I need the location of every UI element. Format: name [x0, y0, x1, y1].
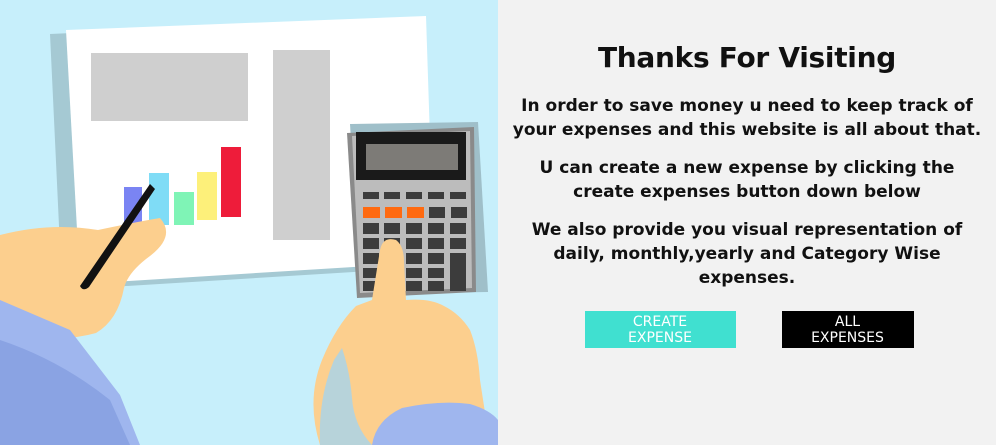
calculator-key [363, 223, 379, 234]
calculator-key [363, 192, 379, 199]
action-buttons: CREATE EXPENSE ALL EXPENSES [584, 311, 914, 348]
visualization-paragraph: We also provide you visual representatio… [531, 220, 963, 288]
accounting-illustration [0, 16, 498, 445]
calculator-key [406, 268, 422, 278]
paper-chart-bar [197, 172, 217, 220]
calculator-key [428, 268, 444, 278]
calculator-key [428, 192, 444, 199]
calculator-key [429, 207, 445, 218]
welcome-panel: Thanks For Visiting In order to save mon… [498, 0, 996, 445]
calculator-key [450, 223, 466, 234]
create-expense-button[interactable]: CREATE EXPENSE [584, 311, 736, 348]
paper-chart-bar [174, 192, 194, 225]
calculator-key [363, 238, 379, 249]
intro-paragraph: In order to save money u need to keep tr… [512, 96, 982, 140]
create-instructions-paragraph: U can create a new expense by clicking t… [539, 158, 955, 202]
calculator-key [406, 238, 422, 249]
calculator-key [451, 207, 467, 218]
page: Thanks For Visiting In order to save mon… [0, 0, 996, 445]
paper-chart-bar [149, 173, 169, 225]
paper-block-top [91, 53, 248, 121]
paper-chart-bar [221, 147, 241, 217]
calculator-key [384, 223, 400, 234]
calculator-key [384, 192, 400, 199]
hero-illustration [0, 0, 498, 445]
calculator-key [385, 207, 402, 218]
calculator-key [428, 223, 444, 234]
calculator-key [428, 281, 444, 291]
calculator-key [406, 253, 422, 264]
calculator-key [407, 207, 424, 218]
calculator-key [428, 253, 444, 264]
calculator-key [363, 207, 380, 218]
calculator-key [363, 253, 379, 264]
calculator-key [450, 238, 466, 249]
calculator-key [428, 238, 444, 249]
calculator-key [406, 281, 422, 291]
calculator-key [450, 253, 466, 291]
calculator-key [450, 192, 466, 199]
paper-block-tall [273, 50, 330, 240]
calculator-key [406, 192, 422, 199]
calculator-key [406, 223, 422, 234]
page-title: Thanks For Visiting [598, 41, 896, 74]
all-expenses-button[interactable]: ALL EXPENSES [781, 311, 914, 348]
